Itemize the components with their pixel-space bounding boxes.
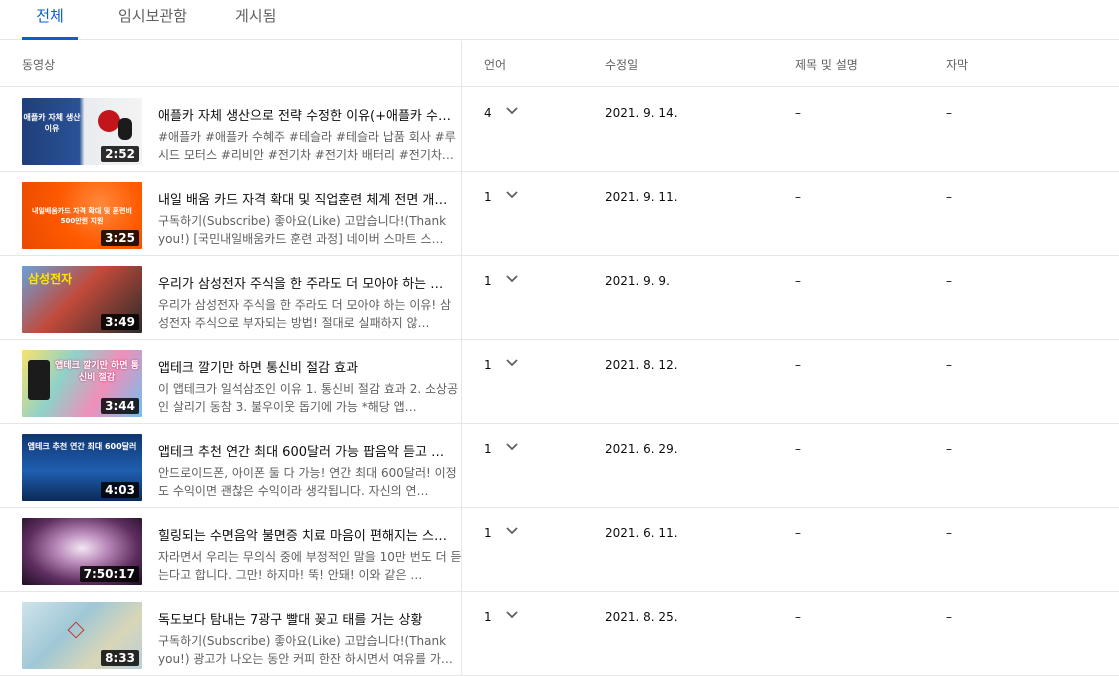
- subtitles-status: –: [946, 442, 952, 456]
- video-duration: 3:44: [101, 398, 139, 414]
- thumbnail-text: 애플카 자체 생산 이유: [23, 113, 81, 133]
- modified-date: 2021. 6. 29.: [605, 442, 678, 456]
- thumbnail-text: 삼성전자: [28, 272, 73, 286]
- video-description: 우리가 삼성전자 주식을 한 주라도 더 모아야 하는 이유! 삼성전자 주식으…: [158, 298, 452, 330]
- subtitles-status: –: [946, 358, 952, 372]
- chevron-down-icon[interactable]: [504, 270, 520, 286]
- subtitles-status: –: [946, 106, 952, 120]
- chevron-down-icon[interactable]: [504, 102, 520, 118]
- column-header-video: 동영상: [22, 58, 56, 72]
- modified-date: 2021. 8. 12.: [605, 358, 678, 372]
- video-duration: 3:49: [101, 314, 139, 330]
- table-row[interactable]: 앱테크 추천 연간 최대 600달러 4:03 앱테크 추천 연간 최대 600…: [0, 424, 1119, 508]
- title-desc-status: –: [795, 190, 801, 204]
- chevron-down-icon[interactable]: [504, 606, 520, 622]
- video-title[interactable]: 앱테크 추천 연간 최대 600달러 가능 팝음악 듣고 …: [158, 441, 458, 460]
- video-duration: 7:50:17: [79, 566, 139, 582]
- video-duration: 2:52: [101, 146, 139, 162]
- tab-all[interactable]: 전체: [22, 0, 78, 40]
- thumbnail-text: 앱테크 추천 연간 최대 600달러: [27, 442, 137, 451]
- table-row[interactable]: 7:50:17 힐링되는 수면음악 불면증 치료 마음이 편해지는 스… 자라면…: [0, 508, 1119, 592]
- thumbnail-text: 내일배움카드 자격 확대 및 훈련비 500만원 지원: [32, 207, 132, 225]
- table-header: 동영상 언어 수정일 제목 및 설명 자막: [0, 41, 1119, 87]
- chevron-down-icon[interactable]: [504, 522, 520, 538]
- language-count: 4: [484, 106, 492, 120]
- video-title[interactable]: 앱테크 깔기만 하면 통신비 절감 효과: [158, 357, 458, 376]
- subtitles-status: –: [946, 610, 952, 624]
- column-header-subtitles: 자막: [946, 58, 969, 72]
- video-title[interactable]: 힐링되는 수면음악 불면증 치료 마음이 편해지는 스…: [158, 525, 458, 544]
- video-thumbnail[interactable]: 앱테크 깔기만 하면 통신비 절감 3:44: [22, 350, 142, 417]
- video-description: 자라면서 우리는 무의식 중에 부정적인 말을 10만 번도 더 듣는다고 합니…: [158, 550, 462, 582]
- video-description: 안드로이드폰, 아이폰 둘 다 가능! 연간 최대 600달러! 이정도 수익이…: [158, 466, 457, 498]
- thumbnail-text: 앱테크 깔기만 하면 통신비 절감: [55, 361, 139, 383]
- subtitles-status: –: [946, 274, 952, 288]
- thumbnail-graphic: [98, 110, 120, 132]
- tab-drafts[interactable]: 임시보관함: [118, 0, 187, 40]
- tab-published-label: 게시됨: [235, 7, 277, 25]
- tab-drafts-label: 임시보관함: [118, 7, 188, 25]
- chevron-down-icon[interactable]: [504, 354, 520, 370]
- table-row[interactable]: 내일배움카드 자격 확대 및 훈련비 500만원 지원 3:25 내일 배움 카…: [0, 172, 1119, 256]
- tab-published[interactable]: 게시됨: [235, 0, 276, 40]
- title-desc-status: –: [795, 106, 801, 120]
- table-row[interactable]: 8:33 독도보다 탐내는 7광구 빨대 꽂고 태를 거는 상황 구독하기(Su…: [0, 592, 1119, 676]
- title-desc-status: –: [795, 358, 801, 372]
- subtitles-status: –: [946, 526, 952, 540]
- modified-date: 2021. 6. 11.: [605, 526, 678, 540]
- thumbnail-graphic: [67, 621, 85, 639]
- table-row[interactable]: 삼성전자 3:49 우리가 삼성전자 주식을 한 주라도 더 모아야 하는 … …: [0, 256, 1119, 340]
- video-description: #애플카 #애플카 수혜주 #테슬라 #테슬라 납품 회사 #루시드 모터스 #…: [158, 130, 456, 162]
- thumbnail-graphic: [28, 360, 50, 400]
- video-thumbnail[interactable]: 7:50:17: [22, 518, 142, 585]
- column-header-modified: 수정일: [605, 58, 639, 72]
- video-title[interactable]: 애플카 자체 생산으로 전략 수정한 이유(+애플카 수…: [158, 105, 458, 124]
- video-description: 이 앱테크가 일석삼조인 이유 1. 통신비 절감 효과 2. 소상공인 살리기…: [158, 382, 459, 414]
- title-desc-status: –: [795, 274, 801, 288]
- video-duration: 4:03: [101, 482, 139, 498]
- video-thumbnail[interactable]: 삼성전자 3:49: [22, 266, 142, 333]
- title-desc-status: –: [795, 442, 801, 456]
- title-desc-status: –: [795, 610, 801, 624]
- modified-date: 2021. 8. 25.: [605, 610, 678, 624]
- subtitles-status: –: [946, 190, 952, 204]
- video-title[interactable]: 내일 배움 카드 자격 확대 및 직업훈련 체계 전면 개…: [158, 189, 458, 208]
- tab-active-indicator: [22, 37, 78, 40]
- tab-bar: 전체 임시보관함 게시됨: [0, 0, 1119, 40]
- thumbnail-graphic: [118, 118, 132, 140]
- language-count: 1: [484, 358, 492, 372]
- modified-date: 2021. 9. 14.: [605, 106, 678, 120]
- modified-date: 2021. 9. 9.: [605, 274, 670, 288]
- chevron-down-icon[interactable]: [504, 186, 520, 202]
- language-count: 1: [484, 190, 492, 204]
- video-title[interactable]: 독도보다 탐내는 7광구 빨대 꽂고 태를 거는 상황: [158, 609, 458, 628]
- video-description: 구독하기(Subscribe) 좋아요(Like) 고맙습니다!(Thank y…: [158, 214, 447, 246]
- language-count: 1: [484, 526, 492, 540]
- video-thumbnail[interactable]: 내일배움카드 자격 확대 및 훈련비 500만원 지원 3:25: [22, 182, 142, 249]
- modified-date: 2021. 9. 11.: [605, 190, 678, 204]
- language-count: 1: [484, 274, 492, 288]
- table-row[interactable]: 앱테크 깔기만 하면 통신비 절감 3:44 앱테크 깔기만 하면 통신비 절감…: [0, 340, 1119, 424]
- language-count: 1: [484, 610, 492, 624]
- table-row[interactable]: 애플카 자체 생산 이유 2:52 애플카 자체 생산으로 전략 수정한 이유(…: [0, 88, 1119, 172]
- video-duration: 3:25: [101, 230, 139, 246]
- video-description: 구독하기(Subscribe) 좋아요(Like) 고맙습니다!(Thank y…: [158, 634, 453, 666]
- column-header-title-desc: 제목 및 설명: [795, 58, 858, 72]
- video-thumbnail[interactable]: 8:33: [22, 602, 142, 669]
- video-thumbnail[interactable]: 앱테크 추천 연간 최대 600달러 4:03: [22, 434, 142, 501]
- title-desc-status: –: [795, 526, 801, 540]
- video-thumbnail[interactable]: 애플카 자체 생산 이유 2:52: [22, 98, 142, 165]
- video-duration: 8:33: [101, 650, 139, 666]
- column-header-language: 언어: [484, 58, 507, 72]
- language-count: 1: [484, 442, 492, 456]
- video-title[interactable]: 우리가 삼성전자 주식을 한 주라도 더 모아야 하는 …: [158, 273, 458, 292]
- tab-all-label: 전체: [36, 7, 64, 25]
- chevron-down-icon[interactable]: [504, 438, 520, 454]
